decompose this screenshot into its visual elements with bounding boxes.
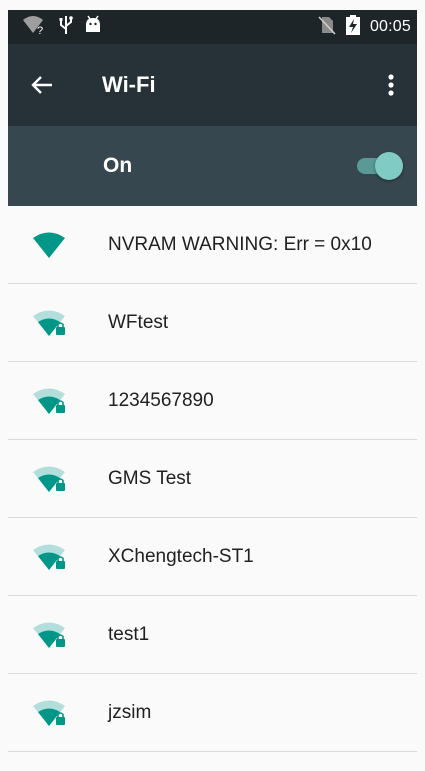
- network-row[interactable]: test1: [8, 596, 417, 674]
- wifi-lock-icon: [30, 541, 70, 573]
- wifi-switch-label: On: [103, 154, 133, 177]
- wifi-lock-icon: [30, 697, 70, 729]
- status-bar-left: ?: [22, 15, 102, 39]
- battery-charging-icon: [345, 15, 360, 39]
- network-row[interactable]: GMS Test: [8, 440, 417, 518]
- android-debug-icon: [84, 15, 102, 39]
- network-ssid: GMS Test: [108, 467, 192, 489]
- status-bar: ? 00:05: [8, 10, 417, 44]
- wifi-unknown-icon: ?: [22, 15, 48, 39]
- wifi-lock-icon: [30, 619, 70, 651]
- network-row[interactable]: 1234567890: [8, 362, 417, 440]
- no-sim-icon: [318, 15, 336, 39]
- network-row[interactable]: XChengtech-ST1: [8, 518, 417, 596]
- svg-text:?: ?: [37, 25, 43, 35]
- network-row[interactable]: NVRAM WARNING: Err = 0x10: [8, 206, 417, 284]
- network-list: NVRAM WARNING: Err = 0x10 WFtest 1234567…: [8, 206, 417, 752]
- status-time: 00:05: [369, 18, 411, 35]
- arrow-back-icon[interactable]: [28, 71, 56, 99]
- network-ssid: NVRAM WARNING: Err = 0x10: [108, 233, 372, 255]
- network-ssid: test1: [108, 623, 150, 645]
- wifi-lock-icon: [30, 463, 70, 495]
- network-row[interactable]: WFtest: [8, 284, 417, 362]
- network-ssid: WFtest: [108, 311, 169, 333]
- wifi-master-switch-bar[interactable]: On: [8, 126, 417, 206]
- more-vert-icon[interactable]: [377, 71, 405, 99]
- wifi-lock-icon: [30, 385, 70, 417]
- toggle-thumb: [375, 152, 403, 180]
- usb-icon: [58, 15, 74, 39]
- network-ssid: XChengtech-ST1: [108, 545, 254, 567]
- wifi-lock-icon: [30, 307, 70, 339]
- app-bar: Wi-Fi: [8, 44, 417, 126]
- network-row[interactable]: jzsim: [8, 674, 417, 752]
- page-title: Wi-Fi: [102, 72, 156, 97]
- wifi-toggle[interactable]: [357, 151, 403, 181]
- wifi-signal-icon: [30, 229, 70, 261]
- network-ssid: 1234567890: [108, 389, 214, 411]
- network-ssid: jzsim: [108, 701, 152, 723]
- status-bar-right: 00:05: [318, 15, 411, 39]
